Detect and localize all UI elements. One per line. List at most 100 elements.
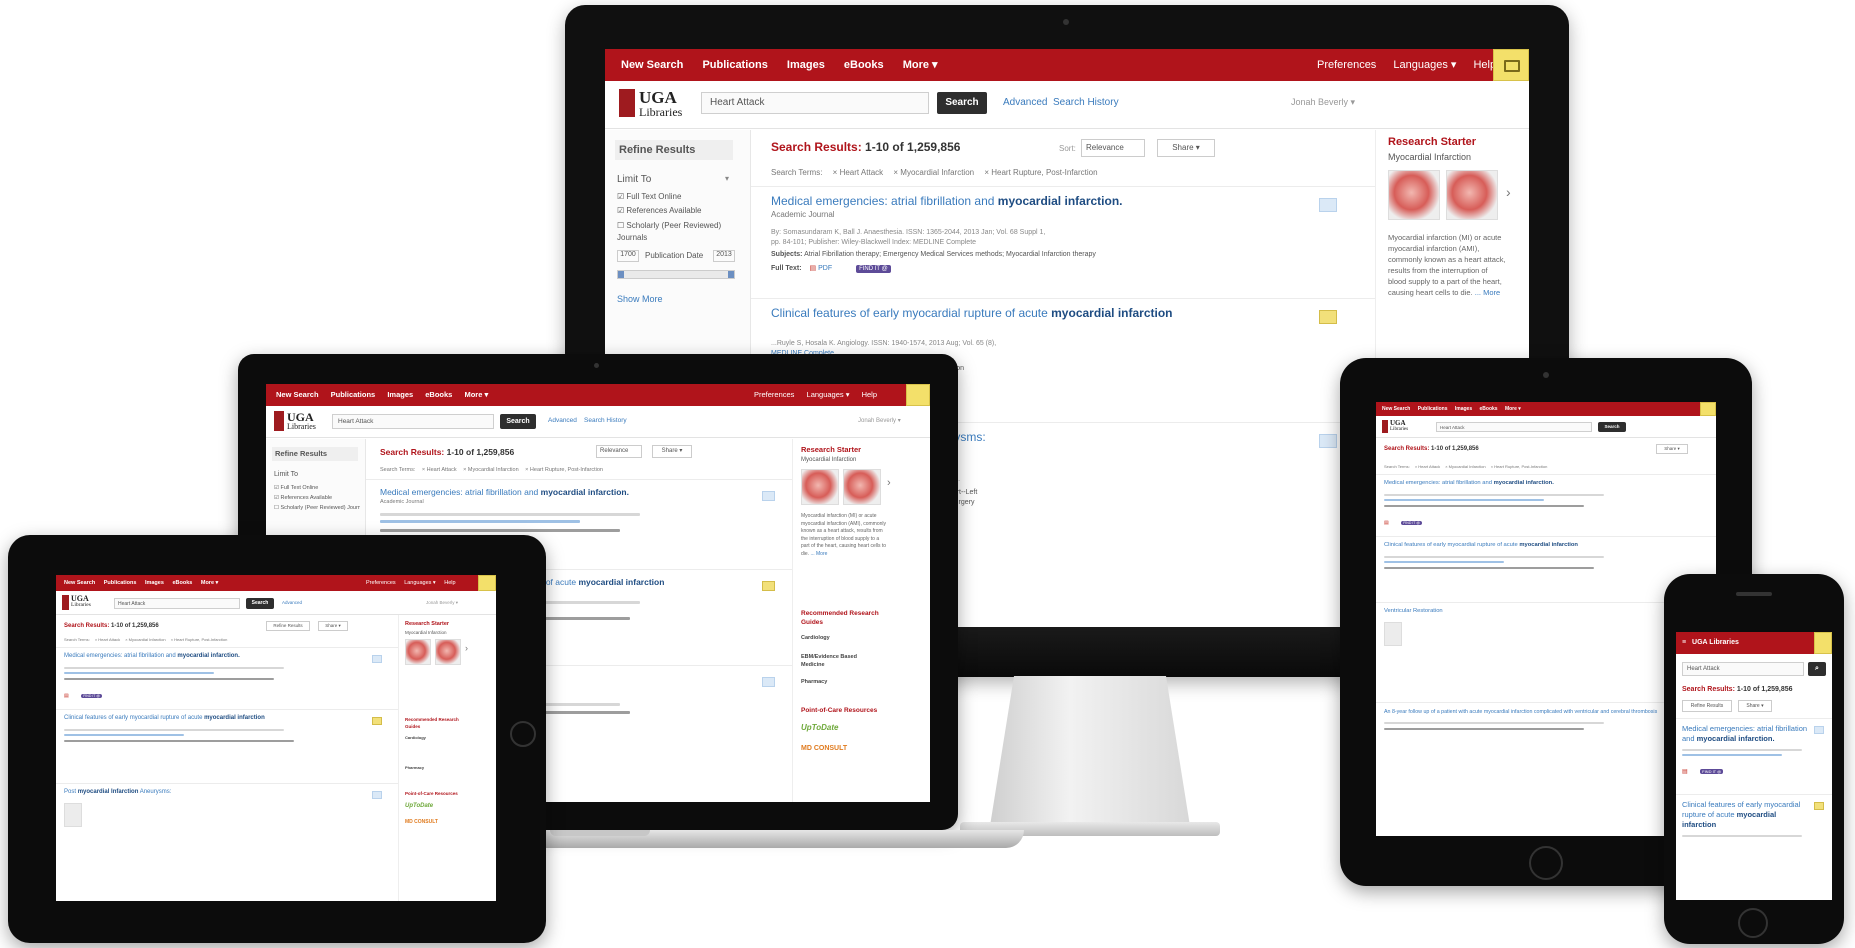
- folder-add-icon[interactable]: [1319, 198, 1337, 212]
- share-button[interactable]: Share ▾: [318, 621, 348, 631]
- guide-pharmacy[interactable]: Pharmacy: [801, 679, 827, 685]
- chevron-right-icon[interactable]: ›: [887, 477, 891, 489]
- uptodate-logo[interactable]: UpToDate: [405, 803, 433, 809]
- nav-ebooks[interactable]: eBooks: [1480, 402, 1498, 416]
- term-chip[interactable]: × Heart Attack: [1415, 464, 1440, 469]
- limit-to-label[interactable]: Limit To: [274, 471, 298, 478]
- uptodate-logo[interactable]: UpToDate: [801, 723, 838, 732]
- book-cover[interactable]: [64, 803, 82, 827]
- nav-ebooks[interactable]: eBooks: [844, 49, 884, 81]
- nav-publications[interactable]: Publications: [1418, 402, 1448, 416]
- folder-add-icon[interactable]: [1814, 726, 1824, 734]
- nav-publications[interactable]: Publications: [702, 49, 767, 81]
- folder-add-icon[interactable]: [372, 791, 382, 799]
- search-button[interactable]: Search: [1598, 422, 1626, 432]
- limit-to-label[interactable]: Limit To: [617, 174, 651, 185]
- find-it-button[interactable]: FIND IT @: [1700, 769, 1724, 774]
- nav-ebooks[interactable]: eBooks: [172, 575, 192, 591]
- nav-new-search[interactable]: New Search: [1382, 402, 1410, 416]
- term-chip[interactable]: × Heart Rupture, Post-Infarction: [525, 467, 603, 473]
- result-title[interactable]: Medical emergencies: atrial fibrillation…: [1682, 724, 1808, 744]
- mdconsult-logo[interactable]: MD CONSULT: [405, 819, 438, 825]
- pdf-icon[interactable]: ▤: [1682, 769, 1688, 775]
- nav-help[interactable]: Help: [862, 390, 877, 399]
- nav-preferences[interactable]: Preferences: [1317, 59, 1376, 71]
- nav-publications[interactable]: Publications: [104, 575, 137, 591]
- menu-icon[interactable]: ≡: [1682, 639, 1686, 646]
- share-button[interactable]: Share ▾: [652, 445, 692, 458]
- refine-button[interactable]: Refine Results: [266, 621, 310, 631]
- result-title[interactable]: Post myocardial Infarction Aneurysms:: [64, 789, 374, 795]
- search-input[interactable]: Heart Attack: [1682, 662, 1804, 676]
- term-chip[interactable]: × Heart Rupture, Post-Infarction: [1491, 464, 1548, 469]
- show-more-link[interactable]: Show More: [617, 294, 663, 304]
- search-input[interactable]: Heart Attack: [1436, 422, 1592, 432]
- heart-image[interactable]: [405, 639, 431, 665]
- folder-button[interactable]: [906, 384, 930, 406]
- find-it-button[interactable]: FIND IT @: [1401, 521, 1422, 525]
- chevron-right-icon[interactable]: ›: [465, 643, 468, 653]
- nav-languages[interactable]: Languages ▾: [807, 390, 850, 399]
- checkbox-scholarly[interactable]: ☐ Scholarly (Peer Reviewed) Journals: [274, 505, 360, 511]
- search-input[interactable]: Heart Attack: [332, 414, 494, 429]
- result-title[interactable]: Medical emergencies: atrial fibrillation…: [771, 194, 1331, 208]
- folder-add-icon[interactable]: [372, 717, 382, 725]
- term-chip[interactable]: × Myocardial Infarction: [125, 637, 165, 642]
- guide-pharmacy[interactable]: Pharmacy: [405, 765, 424, 770]
- nav-new-search[interactable]: New Search: [64, 575, 95, 591]
- folder-button[interactable]: [1814, 632, 1832, 654]
- user-menu[interactable]: Jonah Beverly ▾: [1291, 97, 1355, 108]
- result-title[interactable]: Ventricular Restoration: [1384, 608, 1694, 614]
- nav-publications[interactable]: Publications: [331, 384, 376, 406]
- search-input[interactable]: Heart Attack: [701, 92, 929, 114]
- nav-images[interactable]: Images: [1455, 402, 1472, 416]
- research-starter-more[interactable]: ... More: [1475, 288, 1500, 297]
- share-button[interactable]: Share ▾: [1157, 139, 1215, 157]
- user-menu[interactable]: Jonah Beverly ▾: [858, 417, 901, 424]
- nav-preferences[interactable]: Preferences: [366, 580, 396, 586]
- nav-new-search[interactable]: New Search: [276, 384, 319, 406]
- result-title[interactable]: Medical emergencies: atrial fibrillation…: [1384, 480, 1694, 486]
- slider-handle-right[interactable]: [728, 271, 734, 278]
- book-cover[interactable]: [1384, 622, 1402, 646]
- search-history-link[interactable]: Search History: [1053, 97, 1119, 108]
- folder-button[interactable]: [1700, 402, 1716, 416]
- checkbox-references[interactable]: ☑ References Available: [274, 495, 332, 501]
- nav-more[interactable]: More ▾: [464, 384, 488, 406]
- search-history-link[interactable]: Search History: [584, 417, 627, 424]
- nav-images[interactable]: Images: [387, 384, 413, 406]
- folder-add-icon[interactable]: [372, 655, 382, 663]
- refine-button[interactable]: Refine Results: [1682, 700, 1732, 712]
- pdf-icon[interactable]: ▤: [810, 265, 817, 272]
- folder-add-icon[interactable]: [762, 581, 775, 591]
- folder-add-icon[interactable]: [1814, 802, 1824, 810]
- advanced-link[interactable]: Advanced: [1003, 97, 1047, 108]
- heart-image[interactable]: [1388, 170, 1440, 220]
- checkbox-scholarly[interactable]: ☐ Scholarly (Peer Reviewed) Journals: [617, 220, 729, 244]
- nav-languages[interactable]: Languages ▾: [404, 580, 436, 586]
- search-button[interactable]: Search: [500, 414, 536, 429]
- folder-add-icon[interactable]: [762, 491, 775, 501]
- result-title[interactable]: Medical emergencies: atrial fibrillation…: [380, 487, 770, 497]
- checkbox-full-text[interactable]: ☑ Full Text Online: [617, 192, 681, 201]
- share-button[interactable]: Share ▾: [1656, 444, 1688, 454]
- find-it-button[interactable]: FIND IT @: [81, 694, 102, 698]
- find-it-button[interactable]: FIND IT @: [856, 265, 891, 273]
- chevron-down-icon[interactable]: ▾: [725, 174, 729, 183]
- checkbox-references[interactable]: ☑ References Available: [617, 206, 701, 215]
- search-input[interactable]: Heart Attack: [114, 598, 240, 609]
- folder-add-icon[interactable]: [762, 677, 775, 687]
- result-title[interactable]: Clinical features of early myocardial ru…: [1384, 542, 1694, 548]
- slider-handle-left[interactable]: [618, 271, 624, 278]
- term-chip[interactable]: × Heart Attack: [833, 168, 883, 177]
- nav-preferences[interactable]: Preferences: [754, 390, 794, 399]
- mdconsult-logo[interactable]: MD CONSULT: [801, 745, 847, 752]
- share-button[interactable]: Share ▾: [1738, 700, 1772, 712]
- result-title[interactable]: Clinical features of early myocardial ru…: [1682, 800, 1808, 830]
- term-chip[interactable]: × Heart Attack: [422, 467, 457, 473]
- term-chip[interactable]: × Myocardial Infarction: [1445, 464, 1485, 469]
- tablet-home-button[interactable]: [510, 721, 536, 747]
- nav-ebooks[interactable]: eBooks: [425, 384, 452, 406]
- term-chip[interactable]: × Myocardial Infarction: [893, 168, 974, 177]
- nav-more[interactable]: More ▾: [1505, 402, 1521, 416]
